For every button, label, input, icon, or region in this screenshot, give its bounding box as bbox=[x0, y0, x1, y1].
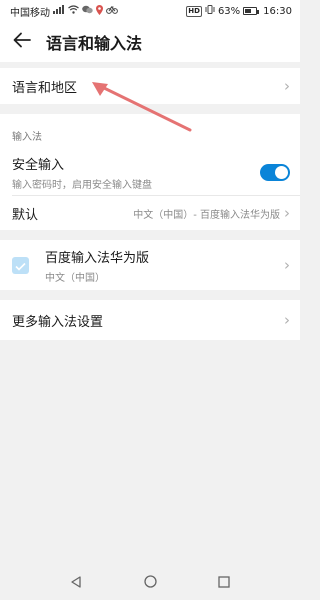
more-settings-card: 更多输入法设置 › bbox=[0, 300, 300, 340]
status-left: 中国移动 bbox=[10, 4, 118, 19]
chevron-right-icon: › bbox=[284, 256, 290, 274]
page-title: 语言和输入法 bbox=[46, 34, 143, 53]
status-bar: 中国移动 HD 63% 16:30 bbox=[0, 0, 300, 22]
checkmark-icon bbox=[15, 256, 26, 275]
toggle-knob bbox=[275, 165, 288, 179]
keyboard-subtitle: 中文（中国） bbox=[45, 272, 105, 284]
language-region-card: 语言和地区 › bbox=[0, 68, 300, 104]
keyboard-row[interactable]: 百度输入法华为版 中文（中国） › bbox=[0, 240, 300, 290]
square-recents-icon bbox=[218, 573, 230, 592]
chevron-right-icon: › bbox=[284, 311, 290, 329]
nav-home-button[interactable] bbox=[138, 570, 162, 594]
section-header-input-method: 输入法 bbox=[0, 114, 300, 149]
keyboard-checkbox[interactable] bbox=[12, 256, 29, 275]
signal-icon bbox=[53, 5, 65, 17]
more-settings-label: 更多输入法设置 bbox=[12, 314, 104, 330]
nav-recents-button[interactable] bbox=[212, 570, 236, 594]
battery-icon bbox=[243, 7, 260, 15]
hd-badge: HD bbox=[186, 5, 202, 17]
default-input-value: 中文（中国）- 百度输入法华为版 bbox=[133, 209, 280, 221]
input-method-card: 输入法 安全输入 输入密码时，启用安全输入键盘 默认 中文（中国）- 百度输入法… bbox=[0, 114, 300, 230]
language-region-row[interactable]: 语言和地区 › bbox=[0, 68, 300, 104]
bicycle-icon bbox=[106, 5, 118, 17]
location-pin-icon bbox=[96, 4, 103, 18]
secure-input-subtitle: 输入密码时，启用安全输入键盘 bbox=[12, 179, 152, 191]
keyboard-title: 百度输入法华为版 bbox=[45, 250, 150, 266]
secure-input-toggle[interactable] bbox=[260, 163, 290, 181]
status-right: HD 63% 16:30 bbox=[186, 5, 292, 17]
wifi-icon bbox=[68, 5, 79, 17]
app-bar: 语言和输入法 bbox=[0, 22, 300, 62]
keyboard-card: 百度输入法华为版 中文（中国） › bbox=[0, 240, 300, 290]
section-gap bbox=[0, 230, 300, 240]
secure-input-text: 安全输入 输入密码时，启用安全输入键盘 bbox=[12, 154, 152, 191]
section-gap bbox=[0, 290, 300, 300]
default-input-title: 默认 bbox=[12, 207, 39, 223]
secure-input-title: 安全输入 bbox=[12, 157, 65, 173]
triangle-back-icon bbox=[70, 573, 82, 592]
clock: 16:30 bbox=[263, 5, 292, 17]
battery-percent: 63% bbox=[217, 5, 241, 17]
secure-input-row[interactable]: 安全输入 输入密码时，启用安全输入键盘 bbox=[0, 149, 300, 195]
wechat-icon bbox=[82, 5, 93, 17]
keyboard-left: 百度输入法华为版 中文（中国） bbox=[12, 247, 149, 284]
nav-back-button[interactable] bbox=[64, 570, 88, 594]
more-settings-row[interactable]: 更多输入法设置 › bbox=[0, 300, 300, 340]
carrier-label: 中国移动 bbox=[10, 7, 50, 19]
vibrate-icon bbox=[205, 5, 215, 17]
keyboard-text: 百度输入法华为版 中文（中国） bbox=[45, 247, 149, 284]
default-input-value-wrap: 中文（中国）- 百度输入法华为版 › bbox=[133, 204, 290, 222]
language-region-label: 语言和地区 bbox=[12, 80, 78, 96]
navigation-bar bbox=[0, 564, 300, 600]
chevron-right-icon: › bbox=[284, 204, 290, 222]
back-button[interactable] bbox=[10, 30, 34, 54]
circle-home-icon bbox=[143, 573, 157, 592]
arrow-left-icon bbox=[13, 32, 31, 52]
section-gap bbox=[0, 104, 300, 114]
chevron-right-icon: › bbox=[284, 77, 290, 95]
default-input-row[interactable]: 默认 中文（中国）- 百度输入法华为版 › bbox=[0, 196, 300, 230]
